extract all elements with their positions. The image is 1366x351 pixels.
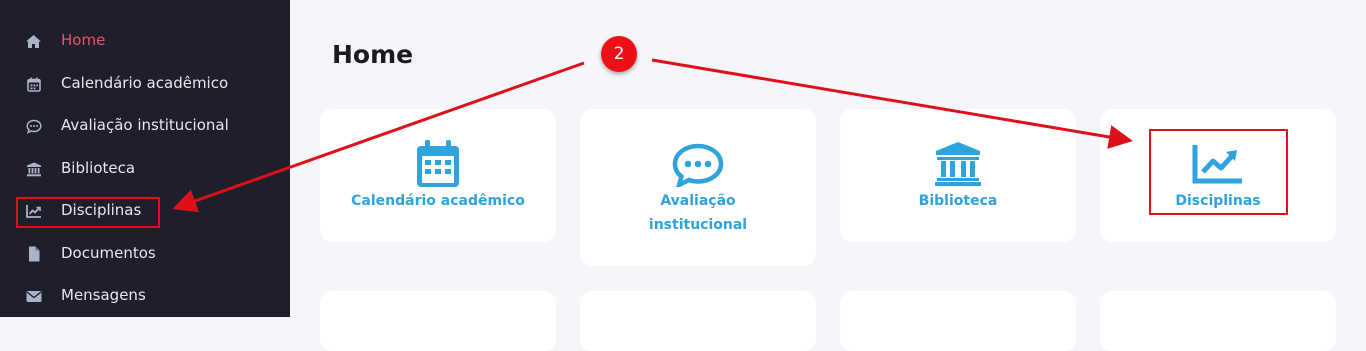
card-avaliacao[interactable]: Avaliação institucional bbox=[580, 109, 816, 266]
sidebar-item-mensagens[interactable]: Mensagens bbox=[0, 278, 290, 314]
annotation-highlight-card bbox=[1149, 129, 1288, 215]
sidebar-item-calendar[interactable]: Calendário acadêmico bbox=[0, 66, 290, 102]
home-icon bbox=[25, 33, 42, 49]
sidebar-item-label: Documentos bbox=[61, 244, 156, 262]
annotation-step-badge: 2 bbox=[601, 36, 637, 72]
card-label: Biblioteca bbox=[918, 193, 998, 209]
card-biblioteca[interactable]: Biblioteca bbox=[840, 109, 1076, 242]
bank-icon bbox=[25, 161, 42, 177]
bank-icon bbox=[934, 141, 982, 191]
sidebar-item-label: Biblioteca bbox=[61, 159, 136, 177]
chat-icon bbox=[672, 143, 724, 191]
sidebar: Home Calendário acadêmico Avaliação inst… bbox=[0, 0, 290, 317]
sidebar-item-biblioteca[interactable]: Biblioteca bbox=[0, 151, 290, 187]
card-row2-3[interactable] bbox=[840, 291, 1076, 351]
chat-icon bbox=[25, 118, 42, 134]
sidebar-item-label: Avaliação institucional bbox=[61, 116, 229, 134]
sidebar-item-label: Calendário acadêmico bbox=[61, 74, 229, 92]
card-row2-2[interactable] bbox=[580, 291, 816, 351]
sidebar-item-label: Home bbox=[61, 31, 106, 49]
document-icon bbox=[25, 246, 42, 262]
sidebar-item-documentos[interactable]: Documentos bbox=[0, 236, 290, 272]
main-content: Home Calendário acadêmico Avaliação inst… bbox=[290, 0, 1366, 351]
envelope-icon bbox=[25, 288, 42, 304]
card-label: Calendário acadêmico bbox=[351, 193, 525, 209]
annotation-highlight-sidebar bbox=[16, 197, 160, 228]
card-row2-1[interactable] bbox=[320, 291, 556, 351]
card-calendario[interactable]: Calendário acadêmico bbox=[320, 109, 556, 242]
card-row2-4[interactable] bbox=[1100, 291, 1336, 351]
card-label-line1: Avaliação bbox=[660, 193, 736, 209]
sidebar-item-label: Mensagens bbox=[61, 286, 146, 304]
sidebar-item-home[interactable]: Home bbox=[0, 23, 290, 59]
card-label-line2: institucional bbox=[648, 217, 748, 233]
calendar-icon bbox=[415, 139, 461, 193]
sidebar-item-avaliacao[interactable]: Avaliação institucional bbox=[0, 108, 290, 144]
calendar-icon bbox=[25, 76, 42, 92]
page-title: Home bbox=[332, 40, 414, 69]
